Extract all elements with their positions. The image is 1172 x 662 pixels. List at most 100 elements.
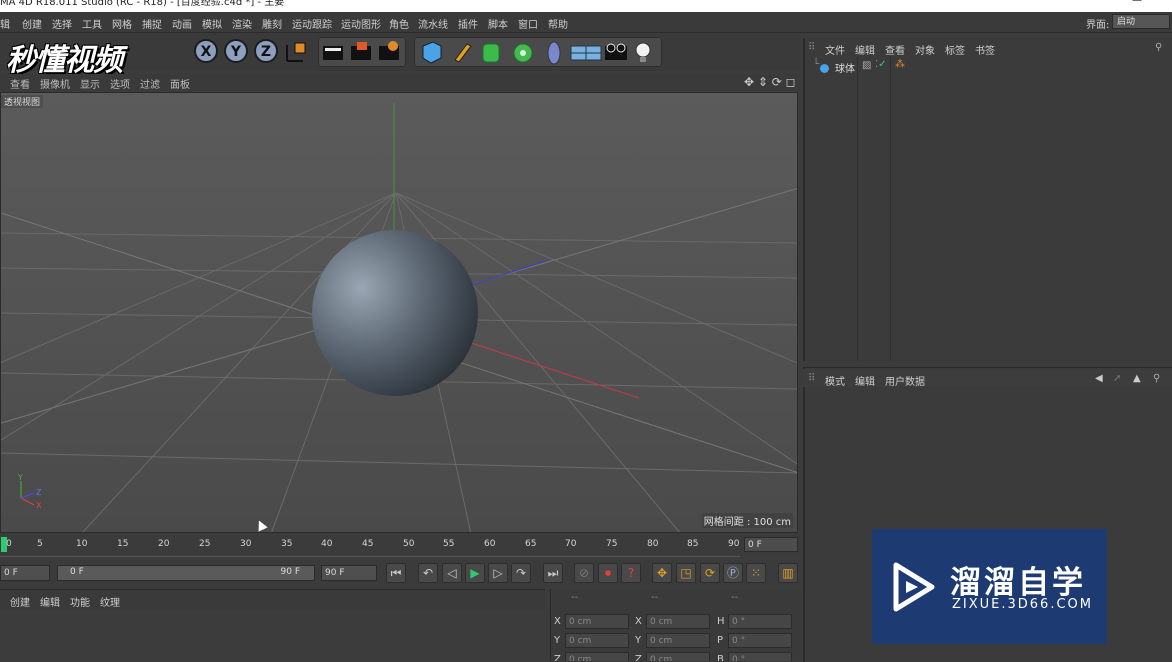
size-x-field[interactable]: 0 cm <box>646 614 710 629</box>
attribute-menu-mode[interactable]: 模式 <box>825 373 845 388</box>
viewport-menu-panel[interactable]: 面板 <box>170 76 190 91</box>
previous-key-button[interactable]: ↶ <box>418 563 438 583</box>
key-position-button[interactable]: ✥ <box>652 563 672 583</box>
material-menu-create[interactable]: 创建 <box>10 594 30 609</box>
menu-sculpt[interactable]: 雕刻 <box>262 16 282 31</box>
go-to-start-button[interactable]: ⏮ <box>386 563 406 583</box>
object-menu-tags[interactable]: 标签 <box>945 42 965 57</box>
perspective-viewport[interactable]: Y Z X 透视视图 网格间距 : 100 cm <box>0 92 798 533</box>
layer-visibility-icon[interactable]: ▨ <box>862 60 871 71</box>
current-frame-field[interactable]: 0 F <box>744 537 798 552</box>
keyframe-selection-button[interactable]: ? <box>621 563 641 583</box>
position-x-field[interactable]: 0 cm <box>565 614 629 629</box>
key-point-level-button[interactable]: ⁙ <box>746 563 766 583</box>
previous-frame-button[interactable]: ◁ <box>442 563 462 583</box>
menu-mograph[interactable]: 运动图形 <box>341 16 381 31</box>
object-menu-file[interactable]: 文件 <box>825 42 845 57</box>
go-to-end-button[interactable]: ⏭ <box>543 563 563 583</box>
play-button[interactable]: ▶ <box>465 563 485 583</box>
forward-arrow-icon[interactable]: ➚ <box>1113 373 1121 384</box>
viewport-menu-view[interactable]: 查看 <box>10 76 30 91</box>
menu-simulate[interactable]: 模拟 <box>202 16 222 31</box>
menu-character[interactable]: 角色 <box>389 16 409 31</box>
menu-select[interactable]: 选择 <box>52 16 72 31</box>
film-icon: ▥ <box>782 566 794 580</box>
menu-edit-partial[interactable]: 辑 <box>0 16 10 31</box>
position-y-field[interactable]: 0 cm <box>565 633 629 648</box>
rotation-p-field[interactable]: 0 ° <box>728 633 792 648</box>
axis-gizmo <box>20 481 35 506</box>
size-z-field[interactable]: 0 cm <box>646 652 710 661</box>
menu-help[interactable]: 帮助 <box>548 16 568 31</box>
material-menu-texture[interactable]: 纹理 <box>100 594 120 609</box>
y-axis-lock-button[interactable]: Y <box>224 39 248 63</box>
rotation-b-field[interactable]: 0 ° <box>728 652 792 661</box>
object-row-sphere[interactable]: └ 球体 ▨ ⁚✓ ⁂ <box>805 58 1172 75</box>
size-y-field[interactable]: 0 cm <box>646 633 710 648</box>
viewport-menu: 查看 摄像机 显示 选项 过滤 面板 ✥ ⇕ ⟳ ◻ <box>0 74 800 91</box>
tag-icon[interactable]: ⁂ <box>895 59 905 70</box>
menu-animate[interactable]: 动画 <box>172 16 192 31</box>
coord-label: Z <box>635 654 642 661</box>
rotation-h-field[interactable]: 0 ° <box>728 614 792 629</box>
object-create-group <box>414 37 662 67</box>
menu-window[interactable]: 窗口 <box>518 16 538 31</box>
record-keys-button[interactable]: ⊘ <box>574 563 594 583</box>
menu-pipeline[interactable]: 流水线 <box>418 16 448 31</box>
enabled-check-icon[interactable]: ⁚✓ <box>875 59 887 70</box>
viewport-menu-camera[interactable]: 摄像机 <box>40 76 70 91</box>
z-axis-line <box>470 260 547 286</box>
autokey-button[interactable]: ⏺ <box>598 563 618 583</box>
object-create-icons <box>422 41 651 65</box>
layout-select[interactable]: 启动 <box>1112 14 1170 29</box>
object-menu-bookmarks[interactable]: 书签 <box>975 42 995 57</box>
menu-tools[interactable]: 工具 <box>82 16 102 31</box>
object-name[interactable]: 球体 <box>835 60 855 75</box>
key-parameter-button[interactable]: Ⓟ <box>723 563 743 583</box>
parameter-icon: Ⓟ <box>726 566 739 580</box>
minimize-button[interactable]: — <box>1132 0 1142 6</box>
timeline-window-button[interactable]: ▥ <box>778 563 798 583</box>
material-menu-edit[interactable]: 编辑 <box>40 594 60 609</box>
back-arrow-icon[interactable]: ◀ <box>1095 373 1103 384</box>
menu-mesh[interactable]: 网格 <box>112 16 132 31</box>
x-axis-lock-button[interactable]: X <box>194 39 218 63</box>
object-menu-edit[interactable]: 编辑 <box>855 42 875 57</box>
search-icon[interactable]: ⚲ <box>1153 373 1160 384</box>
viewport-menu-options[interactable]: 选项 <box>110 76 130 91</box>
menu-script[interactable]: 脚本 <box>488 16 508 31</box>
search-icon[interactable]: ⚲ <box>1155 42 1162 53</box>
start-frame-field[interactable]: 0 F <box>0 565 50 581</box>
up-arrow-icon[interactable]: ▲ <box>1133 373 1141 384</box>
key-rotation-button[interactable]: ⟳ <box>700 563 720 583</box>
menu-motion-tracking[interactable]: 运动跟踪 <box>292 16 332 31</box>
object-menu-view[interactable]: 查看 <box>885 42 905 57</box>
material-menu-function[interactable]: 功能 <box>70 594 90 609</box>
viewport-navigation-icons[interactable]: ✥ ⇕ ⟳ ◻ <box>744 75 796 89</box>
z-axis-lock-button[interactable]: Z <box>254 39 278 63</box>
sphere-icon <box>820 64 829 73</box>
menu-snap[interactable]: 捕捉 <box>142 16 162 31</box>
viewport-menu-display[interactable]: 显示 <box>80 76 100 91</box>
attribute-menu-edit[interactable]: 编辑 <box>855 373 875 388</box>
zixue-watermark: 溜溜自学 ZIXUE.3D66.COM <box>872 529 1107 644</box>
viewport-label: 透视视图 <box>1 95 44 108</box>
menu-plugins[interactable]: 插件 <box>458 16 478 31</box>
timeline-tick: 70 <box>565 539 577 549</box>
menu-render[interactable]: 渲染 <box>232 16 252 31</box>
preview-range-slider[interactable]: 0 F 90 F <box>57 565 315 581</box>
coordinate-system-button[interactable] <box>283 37 311 65</box>
grip-icon: ⠿ <box>808 42 816 53</box>
timeline-ruler[interactable]: 0 5 10 15 20 25 30 35 40 45 50 55 60 65 … <box>0 535 800 557</box>
object-menu-objects[interactable]: 对象 <box>915 42 935 57</box>
play-logo-icon <box>893 562 935 612</box>
key-scale-button[interactable]: ◳ <box>676 563 696 583</box>
next-key-button[interactable]: ↷ <box>511 563 531 583</box>
viewport-menu-filter[interactable]: 过滤 <box>140 76 160 91</box>
sphere-object[interactable] <box>312 230 478 396</box>
next-frame-button[interactable]: ▷ <box>488 563 508 583</box>
attribute-menu-user-data[interactable]: 用户数据 <box>885 373 925 388</box>
end-frame-field[interactable]: 90 F <box>321 565 377 581</box>
position-z-field[interactable]: 0 cm <box>565 652 629 661</box>
menu-create[interactable]: 创建 <box>22 16 42 31</box>
